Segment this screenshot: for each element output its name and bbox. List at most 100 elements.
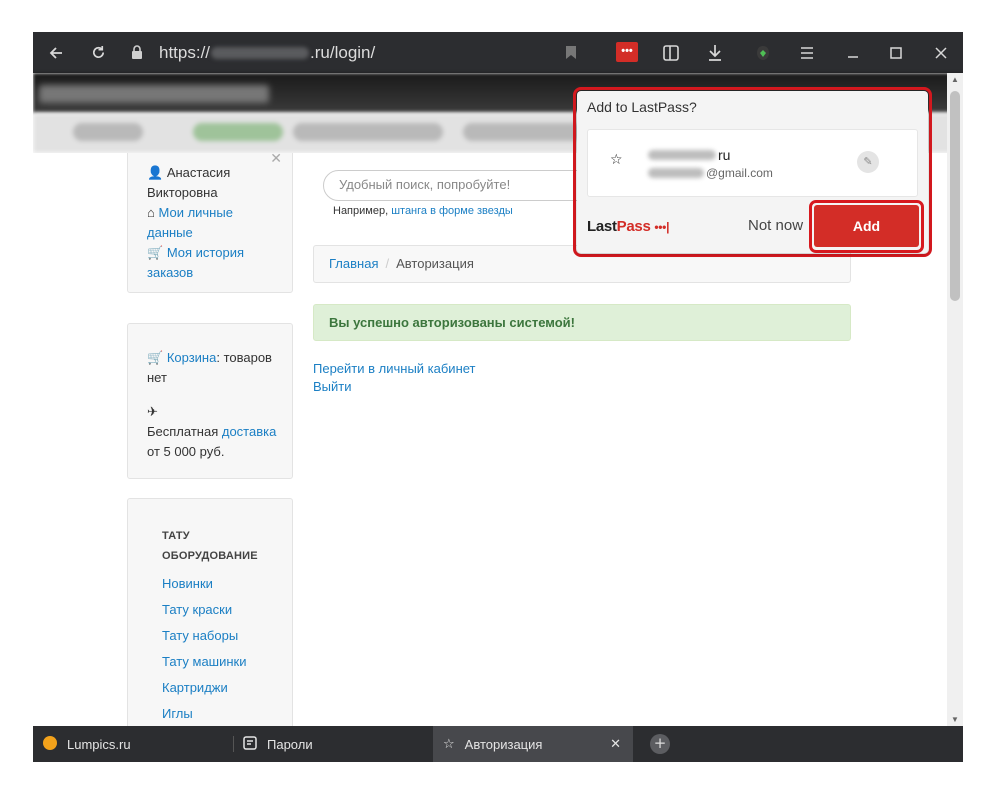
- category-link[interactable]: Тату краски: [162, 600, 282, 620]
- nav-blob: [73, 123, 143, 141]
- scroll-up-icon[interactable]: ▲: [951, 75, 959, 84]
- close-icon[interactable]: [923, 32, 959, 73]
- lastpass-credential-card[interactable]: ☆ ru @gmail.com ✎: [587, 129, 918, 197]
- back-icon[interactable]: [38, 32, 74, 73]
- user-panel: ✕ 👤 Анастасия Викторовна ⌂ Мои личные да…: [127, 153, 293, 293]
- passwords-icon: [243, 735, 257, 753]
- cart-status: : товаров: [216, 350, 272, 365]
- cabinet-link[interactable]: Перейти в личный кабинет: [313, 360, 476, 378]
- browser-window: https:// .ru/login/ ••• ✕ 👤 Анастасия Вик…: [33, 32, 963, 762]
- tab-separator: [233, 736, 234, 752]
- category-heading-line1: ТАТУ: [162, 530, 190, 542]
- reload-icon[interactable]: [80, 32, 116, 73]
- cart-icon: 🛒: [147, 350, 164, 365]
- star-icon: ☆: [610, 152, 623, 168]
- orders-link-line1[interactable]: Моя история: [167, 245, 244, 260]
- user-name: 👤 Анастасия Викторовна: [147, 163, 278, 203]
- user-last-name: Викторовна: [147, 185, 218, 200]
- tab-passwords[interactable]: Пароли: [243, 726, 433, 762]
- success-alert: Вы успешно авторизованы системой!: [313, 304, 851, 341]
- logo-dots: •••|: [654, 220, 670, 234]
- site-logo-blurred: [39, 85, 269, 103]
- browser-toolbar: https:// .ru/login/ •••: [33, 32, 963, 73]
- lastpass-extension-icon[interactable]: •••: [616, 42, 638, 62]
- orders-link-line2[interactable]: заказов: [147, 265, 193, 280]
- tab-lumpics[interactable]: Lumpics.ru: [43, 726, 233, 762]
- edit-icon[interactable]: ✎: [857, 151, 879, 173]
- url-prefix: https://: [159, 43, 211, 62]
- lastpass-title: Add to LastPass?: [587, 99, 697, 115]
- scrollbar-thumb[interactable]: [950, 91, 960, 301]
- cart-panel: 🛒 Корзина: товаров нет ✈ Бесплатная дост…: [127, 323, 293, 479]
- credential-site-suffix: ru: [718, 147, 731, 163]
- tab-label: Авторизация: [464, 736, 543, 752]
- breadcrumb-home[interactable]: Главная: [329, 256, 378, 271]
- cart-link[interactable]: Корзина: [167, 350, 217, 365]
- tab-authorization[interactable]: ☆ Авторизация ✕: [433, 726, 633, 762]
- category-link[interactable]: Тату наборы: [162, 626, 282, 646]
- lock-icon[interactable]: [131, 45, 143, 59]
- nav-blob: [463, 123, 583, 141]
- cart-icon: 🛒: [147, 245, 164, 260]
- user-first-name: Анастасия: [166, 165, 231, 180]
- category-link[interactable]: Иглы: [162, 704, 282, 724]
- tab-close-icon[interactable]: ✕: [610, 736, 621, 752]
- category-link[interactable]: Тату машинки: [162, 652, 282, 672]
- search-example-label: Например,: [333, 205, 389, 217]
- cart-status-line2: нет: [147, 370, 167, 385]
- not-now-button[interactable]: Not now: [748, 217, 803, 234]
- logo-last: Last: [587, 218, 617, 235]
- url-suffix: .ru/login/: [310, 43, 376, 62]
- protect-icon[interactable]: [745, 32, 781, 73]
- lumpics-favicon-icon: [43, 735, 57, 753]
- username-blurred: [648, 168, 704, 178]
- scroll-down-icon[interactable]: ▼: [951, 715, 959, 724]
- delivery-link[interactable]: доставка: [222, 424, 276, 439]
- search-example: Например, штанга в форме звезды: [333, 205, 513, 217]
- logout-link[interactable]: Выйти: [313, 378, 476, 396]
- tab-bar: Lumpics.ru Пароли ☆ Авторизация ✕ +: [33, 726, 963, 762]
- minimize-icon[interactable]: [835, 32, 871, 73]
- account-actions: Перейти в личный кабинет Выйти: [313, 360, 476, 396]
- logo-pass: Pass: [616, 218, 651, 235]
- new-tab-icon[interactable]: +: [650, 734, 670, 754]
- lastpass-logo: LastPass •••|: [587, 218, 669, 235]
- address-bar[interactable]: https:// .ru/login/: [159, 43, 375, 63]
- credential-username: @gmail.com: [648, 166, 773, 180]
- reading-list-icon[interactable]: [653, 32, 689, 73]
- search-example-link[interactable]: штанга в форме звезды: [391, 205, 513, 217]
- account-link-line2[interactable]: данные: [147, 225, 193, 240]
- home-icon: ⌂: [147, 205, 155, 220]
- add-button[interactable]: Add: [814, 205, 919, 247]
- star-icon: ☆: [443, 736, 455, 752]
- scrollbar[interactable]: ▲ ▼: [947, 73, 963, 726]
- tab-label: Пароли: [267, 736, 313, 752]
- search-input[interactable]: Удобный поиск, попробуйте!: [323, 170, 593, 201]
- download-icon[interactable]: [697, 32, 733, 73]
- category-link[interactable]: Новинки: [162, 574, 282, 594]
- user-icon: 👤: [147, 165, 164, 180]
- orders-link[interactable]: 🛒 Моя история заказов: [147, 243, 278, 283]
- category-panel: ТАТУ ОБОРУДОВАНИЕ Новинки Тату краски Та…: [127, 498, 293, 726]
- category-heading-line2: ОБОРУДОВАНИЕ: [162, 550, 258, 562]
- breadcrumb-current: Авторизация: [396, 256, 474, 271]
- plane-icon: ✈: [147, 404, 158, 419]
- menu-icon[interactable]: [789, 32, 825, 73]
- bookmark-icon[interactable]: [553, 32, 589, 73]
- credential-site: ru: [648, 147, 730, 163]
- close-icon[interactable]: ✕: [270, 153, 282, 168]
- url-blurred-domain: [211, 47, 310, 59]
- category-link[interactable]: Картриджи: [162, 678, 282, 698]
- credential-username-suffix: @gmail.com: [706, 166, 773, 180]
- maximize-icon[interactable]: [878, 32, 914, 73]
- delivery-text: Бесплатная: [147, 424, 219, 439]
- site-blurred: [648, 150, 716, 160]
- account-link-line1[interactable]: Мои личные: [158, 205, 232, 220]
- delivery-threshold: от 5 000 руб.: [147, 444, 225, 459]
- account-link[interactable]: ⌂ Мои личные данные: [147, 203, 278, 243]
- nav-blob: [293, 123, 443, 141]
- tab-label: Lumpics.ru: [67, 736, 131, 752]
- nav-blob: [193, 123, 283, 141]
- breadcrumb-separator: /: [385, 256, 390, 271]
- category-heading: ТАТУ ОБОРУДОВАНИЕ: [162, 526, 282, 566]
